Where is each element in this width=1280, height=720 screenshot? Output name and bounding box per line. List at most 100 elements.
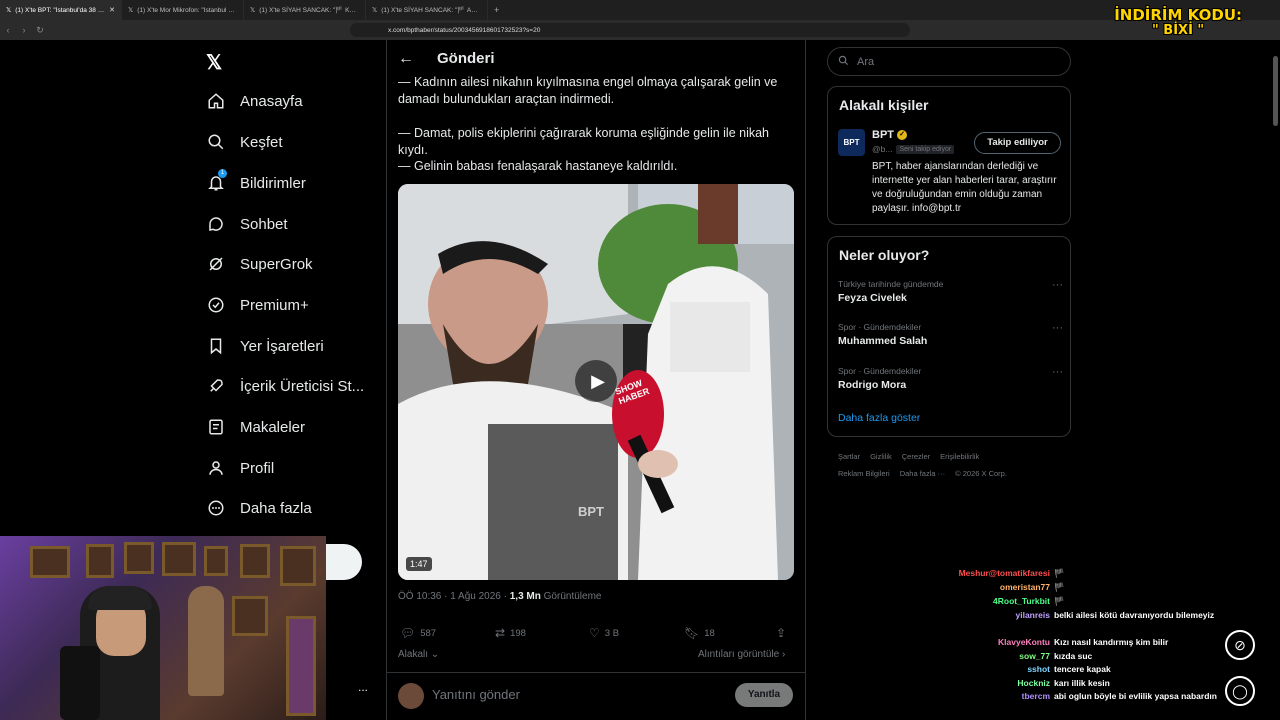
bookmark-button[interactable]: 🔖︎ 18	[684, 626, 715, 640]
more-options-icon[interactable]: ···	[1052, 279, 1063, 291]
grok-icon	[206, 254, 226, 274]
chat-username: KlavyeKontu	[998, 637, 1050, 647]
post-meta: ÖÖ 10:36 · 1 Ağu 2026 · 1,3 Mn Görüntüle…	[398, 591, 601, 602]
trend-item[interactable]: Spor · Gündemdekiler Rodrigo Mora ···	[838, 366, 1063, 391]
footer-link[interactable]: Erişilebilirlik	[940, 452, 979, 461]
post-timestamp[interactable]: ÖÖ 10:36 · 1 Ağu 2026 ·	[398, 591, 510, 602]
sidebar-item-premium[interactable]: Premium+	[206, 295, 309, 315]
footer-copyright: © 2026 X Corp.	[955, 469, 1007, 478]
reply-button[interactable]: 💬︎ 587	[400, 626, 436, 640]
chat-message: 4Root_Turkbit 🏴	[944, 596, 1244, 607]
share-button[interactable]: ⇪	[776, 626, 786, 640]
chat-text: 🏴	[1054, 568, 1065, 578]
sidebar-item-more[interactable]: Daha fazla	[206, 498, 312, 518]
chat-username: yilanreis	[1015, 610, 1051, 620]
browser-tab[interactable]: 𝕏 (1) X'te SİYAH SANCAK: "🏴 Kahram	[244, 0, 366, 20]
chat-username: sshot	[1027, 664, 1050, 674]
reload-icon[interactable]: ↻	[32, 25, 48, 36]
back-arrow-icon[interactable]: ←	[398, 50, 414, 68]
reply-input[interactable]: Yanıtını gönder	[432, 687, 520, 702]
back-icon[interactable]: ‹	[0, 25, 16, 35]
reply-submit-button[interactable]: Yanıtla	[735, 683, 793, 707]
sort-dropdown[interactable]: Alakalı ⌄	[398, 649, 439, 660]
sidebar-item-home[interactable]: Anasayfa	[206, 91, 303, 111]
bell-icon: 1	[206, 169, 227, 193]
forward-icon[interactable]: ›	[16, 25, 32, 35]
x-logo-icon[interactable]: 𝕏	[206, 50, 222, 75]
footer-link[interactable]: Şartlar	[838, 452, 860, 461]
play-icon[interactable]: ▶	[575, 360, 617, 402]
chat-username: sow_77	[1019, 651, 1050, 661]
footer-link[interactable]: Çerezler	[902, 452, 930, 461]
person-icon	[206, 458, 226, 478]
following-button[interactable]: Takip ediliyor	[974, 132, 1061, 154]
chat-text: 🏴	[1054, 596, 1065, 606]
chat-bubble-icon[interactable]: ◯	[1225, 676, 1255, 706]
chevron-right-icon: ›	[779, 649, 786, 660]
chat-username: omeristan77	[999, 582, 1050, 592]
footer-link[interactable]: Daha fazla ···	[900, 469, 945, 478]
avatar[interactable]: BPT	[838, 129, 865, 156]
views-count: 1,3 Mn	[509, 591, 541, 602]
trend-item[interactable]: Spor · Gündemdekiler Muhammed Salah ···	[838, 322, 1063, 347]
browser-tab[interactable]: 𝕏 (1) X'te BPT: "İstanbul'da 38 yaşın ✕	[0, 0, 122, 20]
share-icon: ⇪	[776, 626, 787, 640]
show-more-link[interactable]: Daha fazla göster	[838, 412, 920, 424]
heart-icon: ♡	[589, 626, 600, 640]
more-options-icon[interactable]: ···	[1052, 322, 1063, 334]
view-quotes-link[interactable]: Alıntıları görüntüle ›	[698, 649, 785, 660]
chat-message: Hockniz karı illik kesin	[944, 678, 1244, 689]
sidebar-item-chat[interactable]: Sohbet	[206, 214, 288, 234]
browser-tab[interactable]: 𝕏 (1) X'te Mor Mikrofon: "İstanbul Gün	[122, 0, 244, 20]
chat-username: Meshur@tomatikfaresi	[958, 568, 1050, 578]
video-watermark: BPT	[578, 504, 604, 519]
more-dots-icon[interactable]: ...	[358, 680, 368, 694]
chat-message: sshot tencere kapak	[944, 664, 1244, 675]
profile-bio: BPT, haber ajanslarından derlediği ve in…	[872, 161, 1057, 214]
post-paragraph: — Gelinin babası fenalaşarak hastaneye k…	[398, 159, 678, 173]
trend-item[interactable]: Türkiye tarihinde gündemde Feyza Civelek…	[838, 279, 1063, 304]
footer-link[interactable]: Gizlilik	[870, 452, 892, 461]
grok-icon[interactable]: ⊘	[1225, 630, 1255, 660]
sidebar-item-supergrok[interactable]: SuperGrok	[206, 254, 313, 274]
sidebar-item-profile[interactable]: Profil	[206, 458, 274, 478]
sidebar-item-notifications[interactable]: 1 Bildirimler	[206, 169, 306, 193]
chat-icon	[206, 214, 226, 234]
article-icon	[206, 417, 226, 437]
chat-text: abi oglun böyle bi evlilik yapsa nabardı…	[1054, 691, 1217, 701]
repost-icon: ⇄	[495, 626, 506, 640]
scrollbar[interactable]	[1273, 56, 1278, 126]
new-tab-button[interactable]: +	[488, 5, 505, 15]
post-paragraph: — Kadının ailesi nikahın kıyılmasına eng…	[398, 75, 778, 106]
search-icon	[206, 132, 226, 152]
chat-message: KlavyeKontu Kızı nasıl kandırmış kim bili…	[944, 637, 1244, 648]
footer-links: Reklam Bilgileri Daha fazla ··· © 2026 X…	[838, 469, 1007, 478]
card-title: Alakalı kişiler	[839, 97, 929, 113]
sidebar-item-bookmarks[interactable]: Yer İşaretleri	[206, 336, 324, 356]
card-title: Neler oluyor?	[839, 247, 930, 263]
footer-links: Şartlar Gizlilik Çerezler Erişilebilirli…	[838, 452, 979, 461]
close-tab-icon[interactable]: ✕	[109, 6, 115, 14]
repost-button[interactable]: ⇄ 198	[495, 626, 526, 640]
chat-username: Hockniz	[1017, 678, 1050, 688]
search-input[interactable]: Ara	[827, 47, 1071, 76]
chat-text: 🏴	[1054, 582, 1065, 592]
follows-you-badge: Seni takip ediyor	[896, 144, 955, 154]
sidebar-item-explore[interactable]: Keşfet	[206, 132, 283, 152]
sidebar-item-creator-studio[interactable]: İçerik Üreticisi St...	[206, 376, 364, 396]
more-options-icon[interactable]: ···	[1052, 366, 1063, 378]
url-input[interactable]: x.com/bpthaber/status/200345691860173252…	[350, 23, 910, 37]
chevron-down-icon: ⌄	[428, 649, 440, 660]
profile-name[interactable]: BPT ✓	[872, 129, 907, 141]
browser-tab[interactable]: 𝕏 (1) X'te SİYAH SANCAK: "🏴 Adana'd	[366, 0, 488, 20]
bookmark-icon	[206, 336, 226, 356]
bookmark-icon: 🔖︎	[684, 626, 700, 640]
sidebar-item-articles[interactable]: Makaleler	[206, 417, 305, 437]
post-button[interactable]	[326, 544, 362, 580]
post-paragraph: — Damat, polis ekiplerini çağırarak koru…	[398, 126, 770, 157]
footer-link[interactable]: Reklam Bilgileri	[838, 469, 890, 478]
chat-message: yilanreis belki ailesi kötü davranıyordu …	[944, 610, 1244, 621]
like-button[interactable]: ♡ 3 B	[589, 626, 619, 640]
chat-message: omeristan77 🏴	[944, 582, 1244, 593]
x-logo-icon: 𝕏	[128, 7, 134, 14]
